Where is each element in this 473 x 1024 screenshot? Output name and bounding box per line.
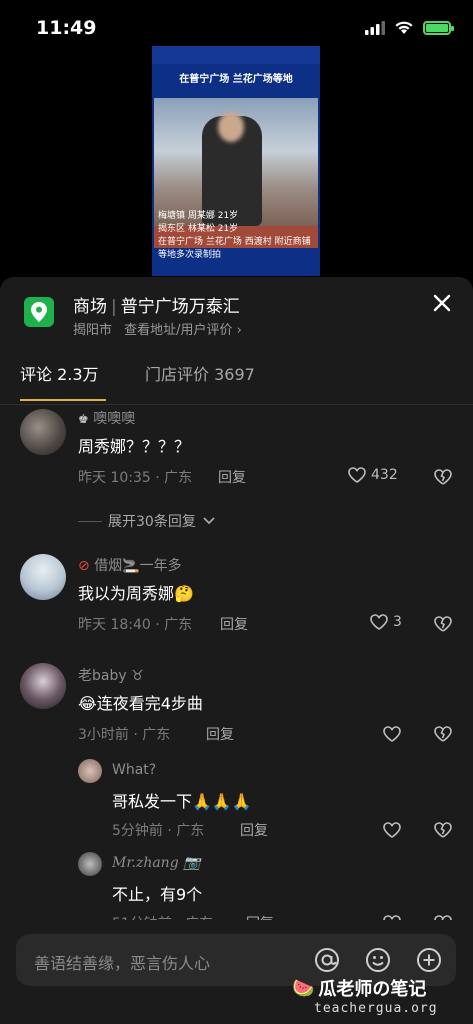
heart-icon xyxy=(370,614,388,630)
reply-button[interactable]: 回复 xyxy=(206,724,234,744)
video-caption-line: 在普宁广场 兰花广场 西渡村 附近商铺 xyxy=(158,237,311,247)
expand-replies-label: 展开30条回复 xyxy=(108,514,196,530)
avatar[interactable] xyxy=(20,663,66,709)
heart-icon xyxy=(348,467,366,483)
comment-text[interactable]: 周秀娜？？？？ xyxy=(78,433,190,457)
video-caption-line: 等地多次录制拍 xyxy=(158,250,222,260)
signal-icon xyxy=(365,20,385,35)
reply-time: 5分钟前 · 广东 xyxy=(112,823,205,839)
at-mention-icon[interactable] xyxy=(314,947,340,973)
video-face-blurred xyxy=(218,112,244,142)
comments-sheet: 商场 | 普宁广场万泰汇 揭阳市 查看地址/用户评价 › 评论 2.3万 门店评价 … xyxy=(0,277,473,1024)
tab-comments[interactable]: 评论 2.3万 xyxy=(20,361,99,385)
wifi-icon xyxy=(395,21,413,34)
comment-time: 昨天 18:40 · 广东 xyxy=(78,617,193,633)
avatar[interactable] xyxy=(78,852,102,876)
chevron-down-icon xyxy=(203,517,215,525)
watermelon-icon: 🍉 xyxy=(292,977,315,999)
comment-item: 老baby ♉ 😂连夜看完4步曲 3小时前 · 广东 回复 xyxy=(0,662,473,752)
no-smoking-icon: ⊘ xyxy=(78,558,90,574)
add-icon[interactable] xyxy=(416,947,442,973)
comment-text[interactable]: 我以为周秀娜🤔 xyxy=(78,580,194,604)
heart-icon[interactable] xyxy=(383,822,401,838)
reply-button[interactable]: 回复 xyxy=(218,467,246,487)
status-icons xyxy=(365,20,454,35)
status-time: 11:49 xyxy=(36,17,97,39)
watermark-title: 🍉 瓜老师の笔记 xyxy=(292,977,427,1001)
video-caption-line: 揭东区 林某松 21岁 xyxy=(158,224,239,234)
location-category: 商场 xyxy=(73,297,107,317)
reply-button[interactable]: 回复 xyxy=(240,820,268,840)
battery-icon xyxy=(423,20,454,35)
reply-username[interactable]: Mr.zhang 📷 xyxy=(112,855,201,871)
reply-username[interactable]: What? xyxy=(112,762,156,778)
avatar[interactable] xyxy=(20,409,66,455)
dislike-heart-icon[interactable] xyxy=(434,469,452,485)
location-title[interactable]: 商场 | 普宁广场万泰汇 xyxy=(73,292,240,317)
dislike-heart-icon[interactable] xyxy=(434,726,452,742)
like-button[interactable]: 3 xyxy=(370,614,402,630)
location-city: 揭阳市 xyxy=(73,323,113,338)
dislike-heart-icon[interactable] xyxy=(434,616,452,632)
reply-text[interactable]: 哥私发一下🙏🙏🙏 xyxy=(112,788,252,812)
reply-text[interactable]: 不止，有9个 xyxy=(112,881,202,905)
video-header-text xyxy=(152,46,320,64)
like-button[interactable]: 432 xyxy=(348,467,398,483)
comment-time: 3小时前 · 广东 xyxy=(78,727,171,743)
avatar[interactable] xyxy=(78,759,102,783)
avatar[interactable] xyxy=(20,554,66,600)
reply-button[interactable]: 回复 xyxy=(220,614,248,634)
comment-text[interactable]: 😂连夜看完4步曲 xyxy=(78,690,203,714)
expand-replies-button[interactable]: 展开30条回复 xyxy=(78,511,216,531)
tab-bar: 评论 2.3万 门店评价 3697 xyxy=(0,357,473,405)
comment-time: 昨天 10:35 · 广东 xyxy=(78,470,193,486)
reply-item: Mr.zhang 📷 不止，有9个 51分钟前 · 广东 回复 xyxy=(0,850,473,932)
emoji-icon[interactable] xyxy=(365,947,391,973)
video-subtitle: 在普宁广场 兰花广场等地 xyxy=(179,74,293,85)
watermark: 🍉 瓜老师の笔记 teachergua.org xyxy=(292,975,462,1017)
tab-store-reviews[interactable]: 门店评价 3697 xyxy=(145,361,255,385)
video-frame[interactable]: 在普宁广场 兰花广场等地 梅塘镇 周某娜 21岁 揭东区 林某松 21岁 在普宁… xyxy=(152,46,320,276)
comment-input-placeholder: 善语结善缘，恶言伤人心 xyxy=(34,954,211,973)
close-icon[interactable] xyxy=(428,289,456,317)
comment-item: ♚ 噢噢噢 周秀娜？？？？ 昨天 10:35 · 广东 回复 432 xyxy=(0,405,473,495)
location-subtitle[interactable]: 揭阳市 查看地址/用户评价 › xyxy=(73,319,242,338)
location-pin-icon xyxy=(24,297,54,327)
tab-active-indicator xyxy=(20,399,106,401)
comment-username[interactable]: ♚ 噢噢噢 xyxy=(78,408,135,428)
reply-item: What? 哥私发一下🙏🙏🙏 5分钟前 · 广东 回复 xyxy=(0,757,473,840)
location-link[interactable]: 查看地址/用户评价 › xyxy=(124,323,242,338)
expand-divider xyxy=(78,520,102,522)
like-count: 3 xyxy=(393,614,402,630)
video-caption-line: 梅塘镇 周某娜 21岁 xyxy=(158,211,239,221)
user-badge-icon: ♚ xyxy=(78,412,89,426)
comment-username[interactable]: 老baby ♉ xyxy=(78,665,144,685)
video-caption: 梅塘镇 周某娜 21岁 揭东区 林某松 21岁 在普宁广场 兰花广场 西渡村 附… xyxy=(158,210,314,262)
watermark-url: teachergua.org xyxy=(314,1001,438,1016)
dislike-heart-icon[interactable] xyxy=(434,822,452,838)
heart-icon[interactable] xyxy=(383,726,401,742)
comment-username[interactable]: ⊘ 借烟🚬一年多 xyxy=(78,555,182,575)
location-name: 普宁广场万泰汇 xyxy=(120,297,240,317)
comment-item: ⊘ 借烟🚬一年多 我以为周秀娜🤔 昨天 18:40 · 广东 回复 3 xyxy=(0,552,473,642)
like-count: 432 xyxy=(371,467,398,483)
location-separator: | xyxy=(111,297,117,317)
